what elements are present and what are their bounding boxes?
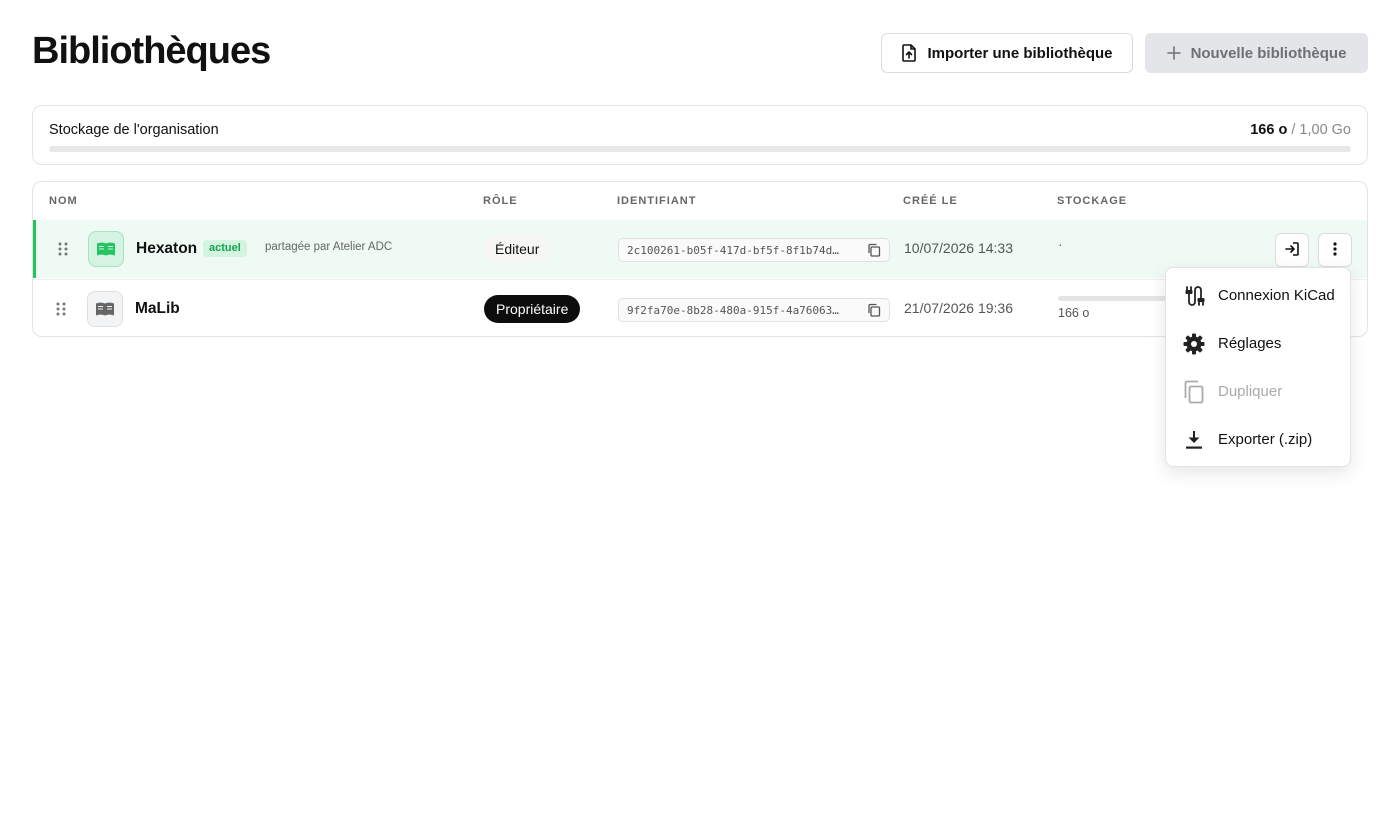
book-icon — [87, 291, 123, 327]
menu-item-settings[interactable]: Réglages — [1166, 324, 1352, 364]
storage-mini-bar — [1058, 296, 1178, 301]
library-id-field: 9f2fa70e-8b28-480a-915f-4a76063… — [618, 298, 890, 322]
download-icon — [1182, 428, 1206, 452]
storage-separator: / — [1287, 122, 1300, 138]
drag-handle-icon[interactable] — [57, 242, 69, 256]
more-actions-button[interactable] — [1318, 233, 1352, 267]
new-library-label: Nouvelle bibliothèque — [1190, 44, 1347, 62]
role-badge: Éditeur — [483, 235, 552, 263]
storage-progress-bar — [49, 146, 1351, 152]
import-library-button[interactable]: Importer une bibliothèque — [881, 33, 1133, 73]
menu-item-label: Connexion KiCad — [1218, 287, 1335, 304]
gear-icon — [1182, 332, 1206, 356]
kebab-menu-icon — [1333, 241, 1337, 259]
column-header-created: CRÉÉ LE — [903, 195, 958, 207]
copy-id-icon[interactable] — [867, 243, 881, 262]
menu-item-label: Réglages — [1218, 335, 1282, 352]
book-icon — [88, 231, 124, 267]
menu-item-export-zip[interactable]: Exporter (.zip) — [1166, 420, 1352, 460]
file-upload-icon — [901, 44, 917, 62]
copy-id-icon[interactable] — [867, 303, 881, 322]
storage-usage: 166 o / 1,00 Go — [1250, 122, 1351, 138]
new-library-button[interactable]: Nouvelle bibliothèque — [1145, 33, 1368, 73]
copy-icon — [1182, 380, 1206, 404]
storage-used: 166 o — [1250, 122, 1288, 138]
storage-total: 1,00 Go — [1299, 122, 1351, 138]
library-id: 2c100261-b05f-417d-bf5f-8f1b74d… — [627, 243, 839, 257]
organization-storage-card: Stockage de l'organisation 166 o / 1,00 … — [32, 105, 1368, 165]
import-library-label: Importer une bibliothèque — [927, 44, 1113, 62]
library-id-field: 2c100261-b05f-417d-bf5f-8f1b74d… — [618, 238, 890, 262]
page-title: Bibliothèques — [32, 30, 271, 72]
storage-label: Stockage de l'organisation — [49, 122, 219, 138]
column-header-storage: STOCKAGE — [1057, 195, 1128, 207]
shared-by-label: partagée par Atelier ADC — [265, 241, 393, 253]
created-date: 21/07/2026 19:36 — [904, 300, 1013, 316]
row-actions-menu: Connexion KiCad Réglages Dupliquer Expor… — [1165, 267, 1351, 467]
library-name[interactable]: MaLib — [135, 300, 180, 318]
menu-item-label: Exporter (.zip) — [1218, 431, 1313, 448]
column-header-id: IDENTIFIANT — [617, 195, 697, 207]
library-id: 9f2fa70e-8b28-480a-915f-4a76063… — [627, 303, 839, 317]
menu-item-duplicate: Dupliquer — [1166, 372, 1352, 412]
storage-value: · — [1058, 236, 1063, 252]
plug-icon — [1182, 284, 1206, 308]
column-header-name: NOM — [49, 195, 78, 207]
login-icon — [1284, 241, 1300, 260]
menu-item-label: Dupliquer — [1218, 383, 1283, 400]
created-date: 10/07/2026 14:33 — [904, 240, 1013, 256]
column-header-role: RÔLE — [483, 195, 518, 207]
plus-icon — [1166, 46, 1181, 60]
open-library-button[interactable] — [1275, 233, 1309, 267]
menu-item-kicad-connection[interactable]: Connexion KiCad — [1166, 276, 1352, 316]
current-badge: actuel — [203, 240, 247, 257]
storage-value: 166 o — [1058, 306, 1090, 320]
library-name[interactable]: Hexaton — [136, 240, 197, 258]
drag-handle-icon[interactable] — [55, 302, 67, 316]
role-badge: Propriétaire — [484, 295, 581, 323]
